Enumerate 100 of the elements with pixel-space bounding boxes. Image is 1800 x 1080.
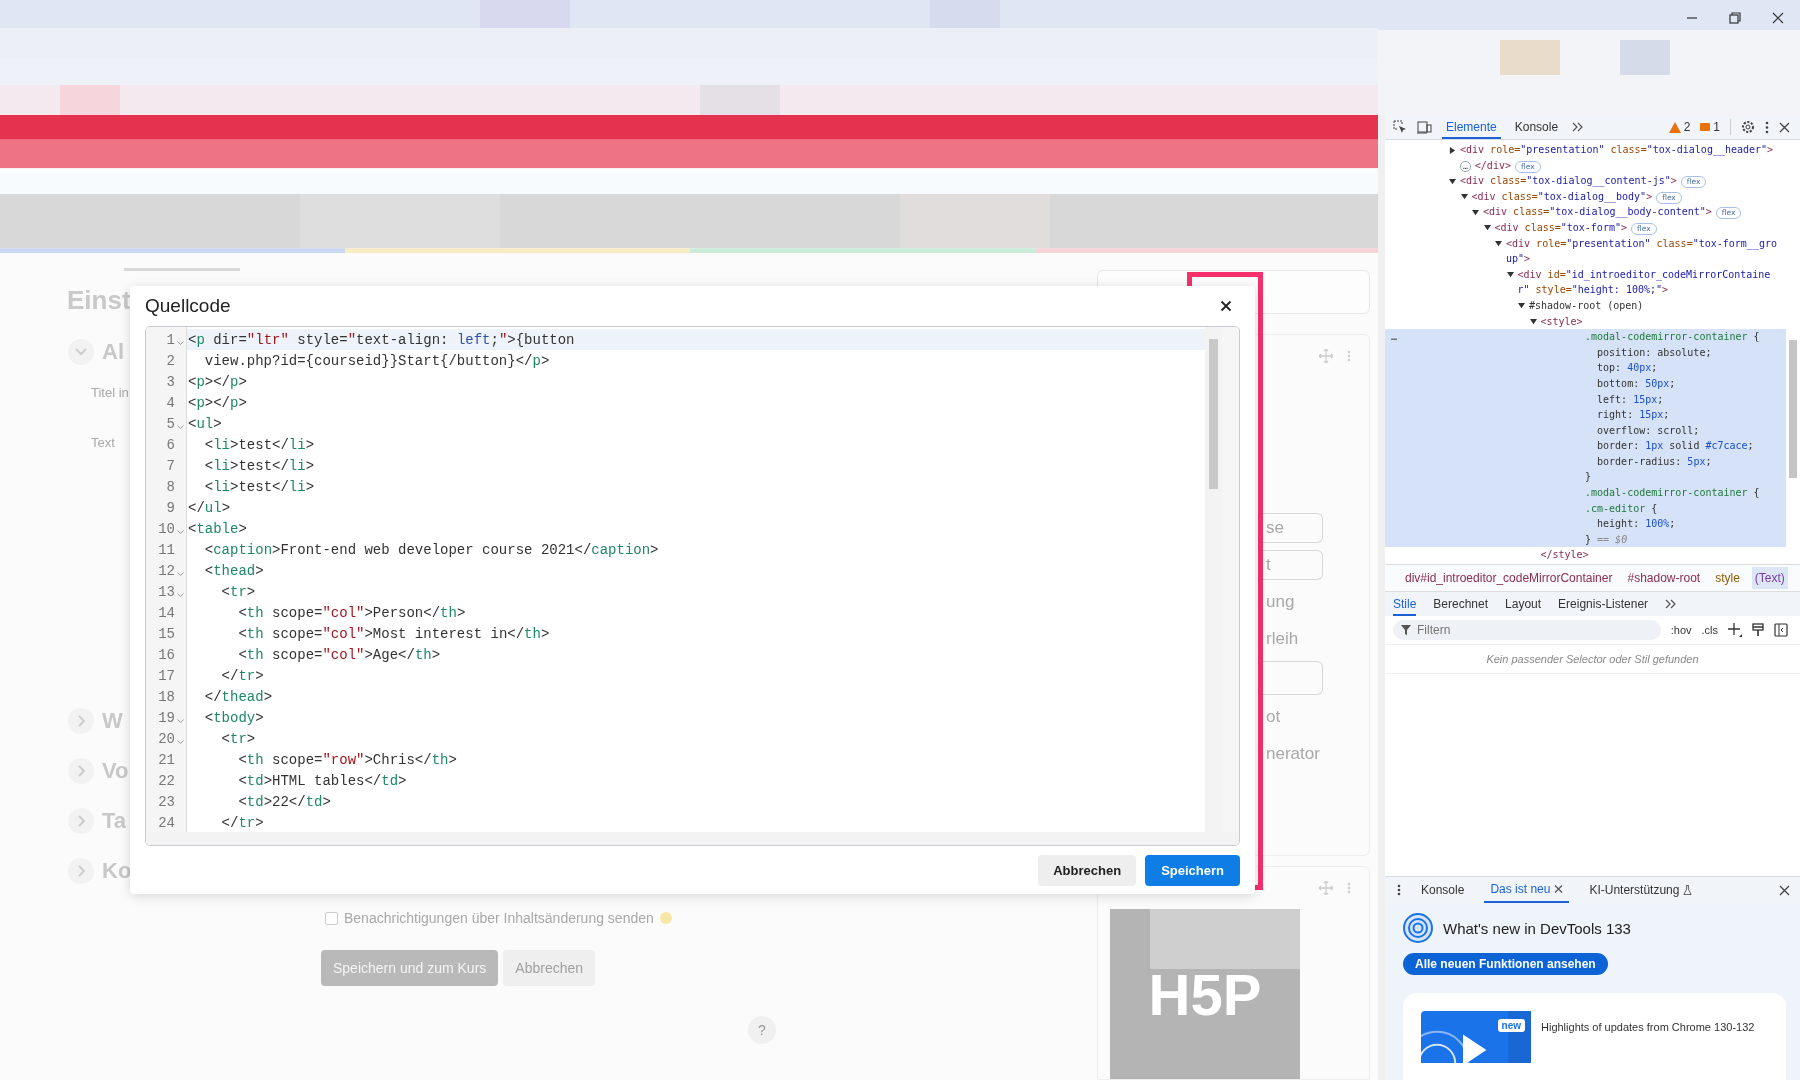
style-toggle[interactable]: .cls xyxy=(1701,624,1718,636)
line-number: 11 xyxy=(157,541,175,558)
shadow-root-node[interactable]: #shadow-root (open) xyxy=(1529,297,1644,314)
more-tabs-icon[interactable] xyxy=(1665,599,1677,609)
code-line: <p></p> xyxy=(188,394,247,411)
save-button[interactable]: Speichern xyxy=(1145,855,1240,886)
code-line: view.php?id={courseid}}Start{/button}</p> xyxy=(203,352,550,369)
warning-count[interactable]: 2 xyxy=(1683,120,1691,134)
line-number: 17 xyxy=(157,667,175,684)
line-number: 1 xyxy=(165,331,175,348)
code-line: </thead> xyxy=(203,688,273,705)
kebab-icon[interactable] xyxy=(1397,884,1401,896)
collapse-arrow-icon[interactable] xyxy=(1483,224,1491,232)
code-line: <p></p> xyxy=(188,373,247,390)
fold-icon[interactable] xyxy=(177,530,184,535)
breadcrumb[interactable]: #shadow-root xyxy=(1624,567,1704,589)
element-node[interactable]: <div id="id_introeditor_codeMirrorContainer" style="height: 100%;"> xyxy=(1517,266,1782,298)
whats-new-button[interactable]: Alle neuen Funktionen ansehen xyxy=(1403,953,1608,975)
settings-icon[interactable] xyxy=(1741,120,1755,134)
input-field[interactable] xyxy=(1263,661,1323,695)
collapse-arrow-icon[interactable] xyxy=(1518,302,1525,310)
code-line: <td>22</td> xyxy=(237,793,331,810)
line-number: 18 xyxy=(157,688,175,705)
empty-message: Kein passender Selector oder Stil gefunden xyxy=(1385,645,1800,674)
fold-icon[interactable] xyxy=(177,425,184,430)
kebab-icon[interactable] xyxy=(1765,120,1769,134)
styles-tab[interactable]: Berechnet xyxy=(1433,592,1489,616)
breadcrumb[interactable]: style xyxy=(1712,567,1743,589)
code-line: <table> xyxy=(188,520,247,537)
element-node[interactable]: <div class="tox-dialog__content-js"> xyxy=(1460,173,1677,189)
element-node[interactable]: <div class="tox-dialog__body-content"> xyxy=(1483,204,1712,220)
code-line: </tr> xyxy=(220,814,264,831)
sidebar-icon[interactable] xyxy=(1774,623,1788,637)
element-node[interactable]: <div class="tox-form"> xyxy=(1494,219,1627,236)
whats-new-title: What's new in DevTools 133 xyxy=(1443,919,1631,937)
collapse-arrow-icon[interactable] xyxy=(1506,271,1514,279)
code-line: </ul> xyxy=(188,499,231,516)
ellipsis-badge[interactable]: … xyxy=(1460,160,1471,172)
code-line: <tr> xyxy=(220,583,256,600)
device-icon[interactable] xyxy=(1417,120,1432,134)
fold-icon[interactable] xyxy=(177,572,184,577)
styles-tab[interactable]: Ereignis-Listener xyxy=(1558,592,1649,616)
warning-icon[interactable] xyxy=(1668,121,1681,133)
breadcrumb[interactable]: div#id_introeditor_codeMirrorContainer xyxy=(1402,567,1616,589)
cancel-button[interactable]: Abbrechen xyxy=(1038,855,1137,886)
element-node[interactable]: <div class="tox-dialog__body"> xyxy=(1471,188,1653,205)
inspect-icon[interactable] xyxy=(1393,120,1407,134)
line-number: 13 xyxy=(157,583,175,600)
close-icon[interactable] xyxy=(1779,884,1790,896)
news-card-text[interactable]: Highlights of updates from Chrome 130-132 xyxy=(1541,1020,1755,1033)
devtools-tab[interactable]: Elemente xyxy=(1442,115,1501,139)
closing-tag[interactable]: </div> xyxy=(1474,157,1511,174)
dialog-title: Quellcode xyxy=(145,295,231,317)
code-line: <th scope="col">Age</th> xyxy=(237,646,441,663)
fold-icon[interactable] xyxy=(177,740,184,745)
element-node[interactable]: <div role="presentation" class="tox-form__group"> xyxy=(1506,235,1782,267)
styles-tab[interactable]: Stile xyxy=(1393,592,1417,616)
line-number: 19 xyxy=(157,709,175,726)
drawer-tab[interactable]: KI-Unterstützung xyxy=(1583,877,1699,903)
collapse-arrow-icon[interactable] xyxy=(1449,177,1456,185)
code-line: <tbody> xyxy=(203,709,264,726)
line-number: 10 xyxy=(157,520,175,537)
more-actions[interactable]: … xyxy=(1385,329,1411,548)
element-node[interactable]: <div role="presentation" class="tox-dialog__header"> xyxy=(1460,142,1774,158)
breadcrumb[interactable]: (Text) xyxy=(1751,567,1788,589)
checkbox[interactable] xyxy=(325,911,338,925)
line-number: 6 xyxy=(165,436,175,453)
style-toggle[interactable]: :hov xyxy=(1670,624,1692,636)
drawer-tab[interactable]: Konsole xyxy=(1415,877,1471,903)
code-line: <td>HTML tables</td> xyxy=(237,772,407,789)
fold-icon[interactable] xyxy=(177,341,184,346)
filter-field[interactable]: Filtern xyxy=(1393,620,1661,640)
plus-icon[interactable] xyxy=(1728,623,1742,637)
devtools-tab[interactable]: Konsole xyxy=(1510,115,1563,139)
element-node[interactable]: <style> xyxy=(1540,313,1583,330)
line-number: 3 xyxy=(165,373,175,390)
collapse-arrow-icon[interactable] xyxy=(1460,193,1468,201)
collapse-arrow-icon[interactable] xyxy=(1472,208,1479,216)
code-line: <li>test</li> xyxy=(203,457,315,474)
line-number: 21 xyxy=(157,751,175,768)
code-line: <th scope="row">Chris</th> xyxy=(237,751,457,768)
more-tabs-icon[interactable] xyxy=(1572,122,1584,132)
error-icon[interactable] xyxy=(1700,122,1711,132)
expand-arrow-icon[interactable] xyxy=(1449,146,1456,154)
fold-icon[interactable] xyxy=(177,719,184,724)
collapse-arrow-icon[interactable] xyxy=(1529,318,1537,326)
collapse-arrow-icon[interactable] xyxy=(1495,240,1502,248)
selected-text-node[interactable]: … .modal-codemirror-container { position: absolute; top: 40px; bottom: 50px; left: 15px; right: 15px; overflow: scroll; border: 1px solid #c7cace; border-radius: 5px; } .modal-codemirror-container { .cm-editor { height: 100%; } == $0 xyxy=(1385,329,1786,548)
fold-icon[interactable] xyxy=(177,593,184,598)
scrollbar[interactable] xyxy=(146,832,1239,845)
close-icon[interactable] xyxy=(1779,121,1790,133)
close-icon[interactable] xyxy=(1220,300,1232,312)
line-number: 2 xyxy=(165,352,175,369)
code-line: <ul> xyxy=(188,415,222,432)
close-icon[interactable] xyxy=(1772,12,1784,24)
styles-tab[interactable]: Layout xyxy=(1505,592,1542,616)
restore-icon[interactable] xyxy=(1729,12,1741,24)
closing-tag[interactable]: </style> xyxy=(1540,547,1589,564)
line-number: 24 xyxy=(157,814,175,831)
error-count[interactable]: 1 xyxy=(1713,120,1720,134)
